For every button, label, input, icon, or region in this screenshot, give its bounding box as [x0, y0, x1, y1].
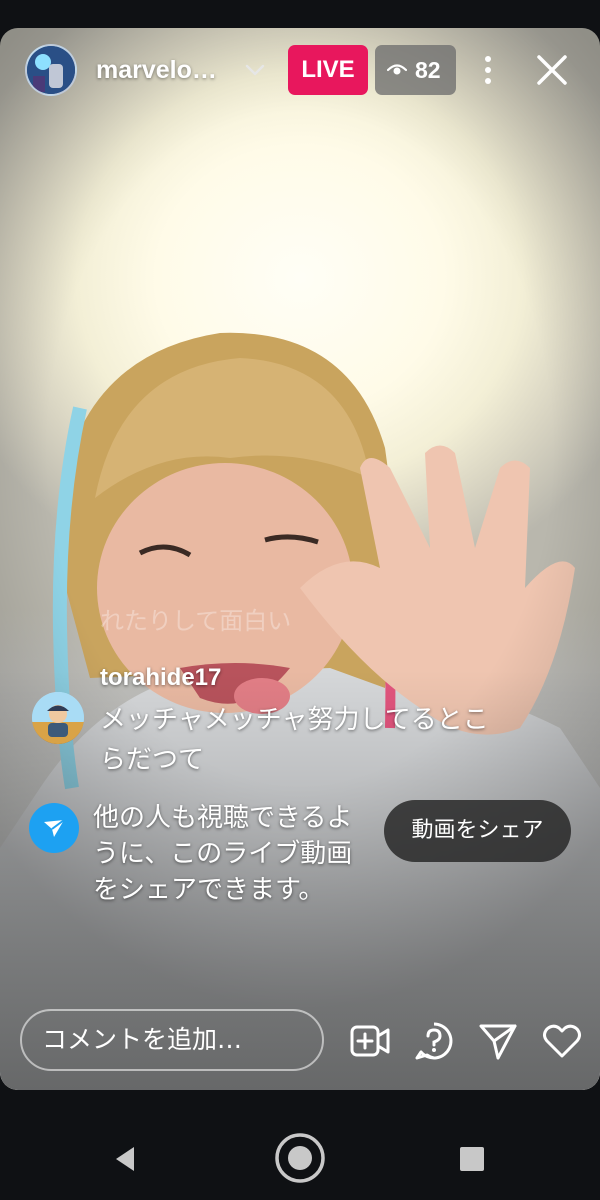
recent-apps-icon[interactable] — [459, 1146, 485, 1172]
home-icon[interactable] — [274, 1132, 326, 1184]
commenter-avatar-image — [32, 692, 84, 744]
eye-icon — [387, 64, 407, 75]
heart-icon[interactable] — [541, 1020, 583, 1062]
viewer-count: 82 — [415, 57, 441, 83]
commenter-avatar[interactable] — [32, 692, 84, 744]
send-icon[interactable] — [477, 1020, 519, 1062]
paper-plane-icon — [44, 819, 65, 837]
live-video-feed[interactable] — [0, 28, 600, 1090]
comment-text: メッチャメッチャ努力してるとこらだつて — [100, 705, 489, 775]
share-video-button[interactable]: 動画をシェア — [384, 800, 571, 862]
comment-input[interactable]: コメントを追加… — [20, 1009, 324, 1071]
share-tip-text: 他の人も視聴できるように、このライブ動画をシェアできます。 — [93, 803, 353, 905]
host-username[interactable]: marvelo… — [96, 52, 217, 88]
viewer-count-badge[interactable]: 82 — [375, 45, 456, 95]
comment-username[interactable]: torahide17 — [100, 662, 221, 694]
host-avatar[interactable] — [25, 44, 77, 96]
live-stream-screen: marvelo… LIVE 82 れたりして面白い torahide17 メッチ… — [0, 0, 600, 1200]
add-video-icon[interactable] — [349, 1020, 391, 1062]
close-icon[interactable] — [534, 52, 570, 88]
host-avatar-image — [27, 46, 75, 94]
faded-comment: れたりして面白い — [100, 607, 292, 635]
more-vertical-icon[interactable] — [474, 54, 502, 86]
question-icon[interactable] — [413, 1020, 455, 1062]
live-badge: LIVE — [288, 45, 368, 95]
share-tip-icon-wrapper — [29, 803, 79, 853]
back-icon[interactable] — [110, 1143, 142, 1175]
chevron-down-icon[interactable] — [243, 58, 267, 82]
